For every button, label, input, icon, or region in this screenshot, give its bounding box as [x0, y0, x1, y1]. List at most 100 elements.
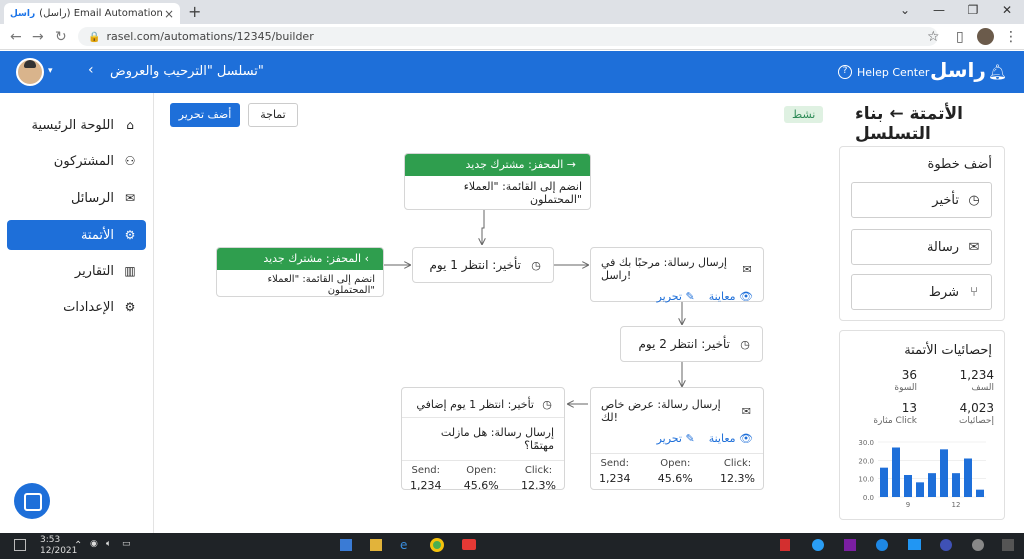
clock-icon: ◷ [740, 337, 750, 351]
reload-icon[interactable]: ↻ [55, 29, 67, 45]
delay-card[interactable]: تأخير: انتظر 1 يوم إضافي ◷ إرسال رسالة: … [401, 387, 565, 492]
address-bar: ← → ↻ 🔒 rasel.com/automations/12345/build… [0, 24, 1024, 50]
open-label: Open: [660, 458, 691, 469]
trigger-header: المحفز: مشترك جديد ‹ [217, 248, 383, 270]
sidepanel-icon[interactable]: ▯ [956, 29, 964, 45]
sidebar-item-reports[interactable]: التقارير ▥ [7, 256, 146, 286]
stats-bar-chart: 30.0 20.0 10.0 0.0 9 12 [858, 439, 986, 509]
edit-link[interactable]: تحرير ✎ [657, 290, 695, 303]
status-badge: نشط [784, 106, 824, 123]
chart-icon: ▥ [124, 264, 136, 278]
taskbar-app-icon[interactable] [780, 539, 790, 551]
taskbar-app-icon[interactable] [940, 539, 952, 551]
branch-icon: ⑂ [970, 284, 978, 300]
delay-card[interactable]: تأخير: انتظر 1 يوم ◷ [412, 247, 554, 283]
window-controls: ⌄ — ❐ ✕ [888, 0, 1024, 24]
close-tab-icon[interactable]: × [164, 7, 174, 21]
home-icon: ⌂ [126, 118, 134, 132]
url-field[interactable]: 🔒 rasel.com/automations/12345/builder [78, 27, 938, 46]
power-icon[interactable]: ▭ [122, 539, 131, 549]
trigger-header-label: المحفز: مشترك جديد [263, 252, 362, 265]
click-label: Click: [723, 458, 752, 469]
edit-icon: ✎ [685, 290, 695, 303]
edge-icon[interactable] [876, 539, 888, 551]
add-delay-button[interactable]: تأخير ◷ [851, 182, 992, 218]
add-message-button[interactable]: رسالة ✉ [851, 229, 992, 265]
email-stats: Send: 1,234 Open: 45.6% Click: 12.3% [402, 460, 564, 492]
folder-icon[interactable] [370, 539, 382, 551]
clock-date: 12/2021 [40, 546, 78, 556]
sidebar-item-subscribers[interactable]: المشتركون ⚇ [7, 146, 146, 176]
preview-label: معاينة [708, 432, 736, 445]
monitor-icon[interactable] [14, 539, 26, 551]
sidebar-item-dashboard[interactable]: اللوحة الرئيسية ⌂ [7, 110, 146, 140]
edge-icon[interactable]: e [400, 538, 407, 552]
taskbar-app-icon[interactable] [340, 539, 352, 551]
chevron-down-icon[interactable]: ⌄ [888, 0, 922, 24]
sidebar-item-messages[interactable]: الرسائل ✉ [7, 183, 146, 213]
youtube-icon[interactable] [462, 539, 476, 550]
kpi-value: 4,023 [959, 401, 994, 415]
preview-button[interactable]: تماجة [248, 103, 298, 127]
click-label: Click: [524, 465, 553, 476]
restore-icon[interactable]: ❐ [956, 0, 990, 24]
trigger-card[interactable]: المحفز: مشترك جديد ‹ انضم إلى القائمة: "… [216, 247, 384, 297]
tab-favicon: راسل [10, 8, 36, 19]
email-title: إرسال رسالة: مرحبًا بك في راسل! [601, 256, 727, 282]
email-card[interactable]: إرسال رسالة: مرحبًا بك في راسل! ✉ تحرير … [590, 247, 764, 303]
sidebar-item-settings[interactable]: الإعدادات ⚙ [7, 292, 146, 322]
volume-icon[interactable]: 🔈︎ [106, 539, 111, 549]
delay-label: تأخير: انتظر 1 يوم [429, 258, 521, 272]
chevron-down-icon[interactable]: ▾ [48, 66, 53, 76]
browser-tab[interactable]: راسل (راسل) Email Automation System × [4, 3, 180, 24]
eye-icon: 👁︎ [739, 432, 753, 445]
help-center-link[interactable]: ? Helep Center [838, 65, 929, 79]
add-edit-button[interactable]: أضف تحرير [170, 103, 240, 127]
chat-widget-button[interactable] [14, 483, 50, 519]
sidebar-item-automation[interactable]: الأتمتة ⚙ [7, 220, 146, 250]
preview-label: معاينة [708, 290, 736, 303]
delay-card[interactable]: تأخير: انتظر 2 يوم ◷ [620, 326, 763, 362]
mail-icon[interactable] [908, 539, 921, 550]
clock-icon: ◷ [542, 398, 552, 411]
edit-link[interactable]: تحرير ✎ [657, 432, 695, 445]
preview-link[interactable]: معاينة 👁︎ [709, 290, 753, 303]
star-icon[interactable]: ☆ [927, 29, 940, 45]
avatar[interactable] [16, 58, 44, 86]
chevron-left-icon[interactable]: ‹ [88, 62, 94, 78]
lock-icon: 🔒 [88, 32, 101, 43]
minimize-icon[interactable]: — [922, 0, 956, 24]
new-tab-icon[interactable]: + [188, 2, 201, 21]
taskbar-app-icon[interactable] [1002, 539, 1014, 551]
bell-icon[interactable]: 🔔︎ [988, 63, 1007, 81]
send-label: Send: [600, 458, 630, 469]
kpi-value: 1,234 [959, 368, 994, 382]
taskbar-app-icon[interactable] [972, 539, 984, 551]
kpi: 13 مثارة Click [873, 401, 917, 426]
trigger-card[interactable]: المحفز: مشترك جديد → انضم إلى القائمة: "… [404, 153, 591, 210]
profile-avatar-icon[interactable] [977, 28, 994, 45]
mail-icon: ✉ [742, 262, 752, 276]
add-condition-button[interactable]: شرط ⑂ [851, 274, 992, 310]
kpi-label: السوة [894, 383, 917, 393]
wifi-icon[interactable]: ◉ [90, 539, 98, 549]
preview-link[interactable]: معاينة 👁︎ [709, 432, 753, 445]
chevron-up-icon[interactable]: ⌃ [74, 540, 82, 551]
kpi-label: السف [971, 383, 994, 393]
taskbar-app-icon[interactable] [812, 539, 824, 551]
back-icon[interactable]: ← [10, 29, 22, 45]
chrome-icon[interactable] [430, 538, 444, 552]
kpi-label: إحصائيات [958, 416, 994, 426]
menu-icon[interactable]: ⋮ [1004, 29, 1018, 45]
forward-icon[interactable]: → [32, 29, 44, 45]
chart-bar [928, 473, 936, 497]
email-card[interactable]: إرسال رسالة: عرض خاص لك! ✉ تحرير ✎ معاين… [590, 387, 764, 490]
page-title: الأتمتة ← بناء التسلسل [855, 104, 963, 144]
open-value: 45.6% [657, 472, 693, 485]
url-text: rasel.com/automations/12345/builder [106, 30, 314, 43]
kpi: 1,234 السف [960, 368, 994, 393]
trigger-header-label: المحفز: مشترك جديد [465, 158, 564, 171]
onenote-icon[interactable] [844, 539, 856, 551]
y-tick-label: 10.0 [858, 476, 874, 484]
close-window-icon[interactable]: ✕ [990, 0, 1024, 24]
